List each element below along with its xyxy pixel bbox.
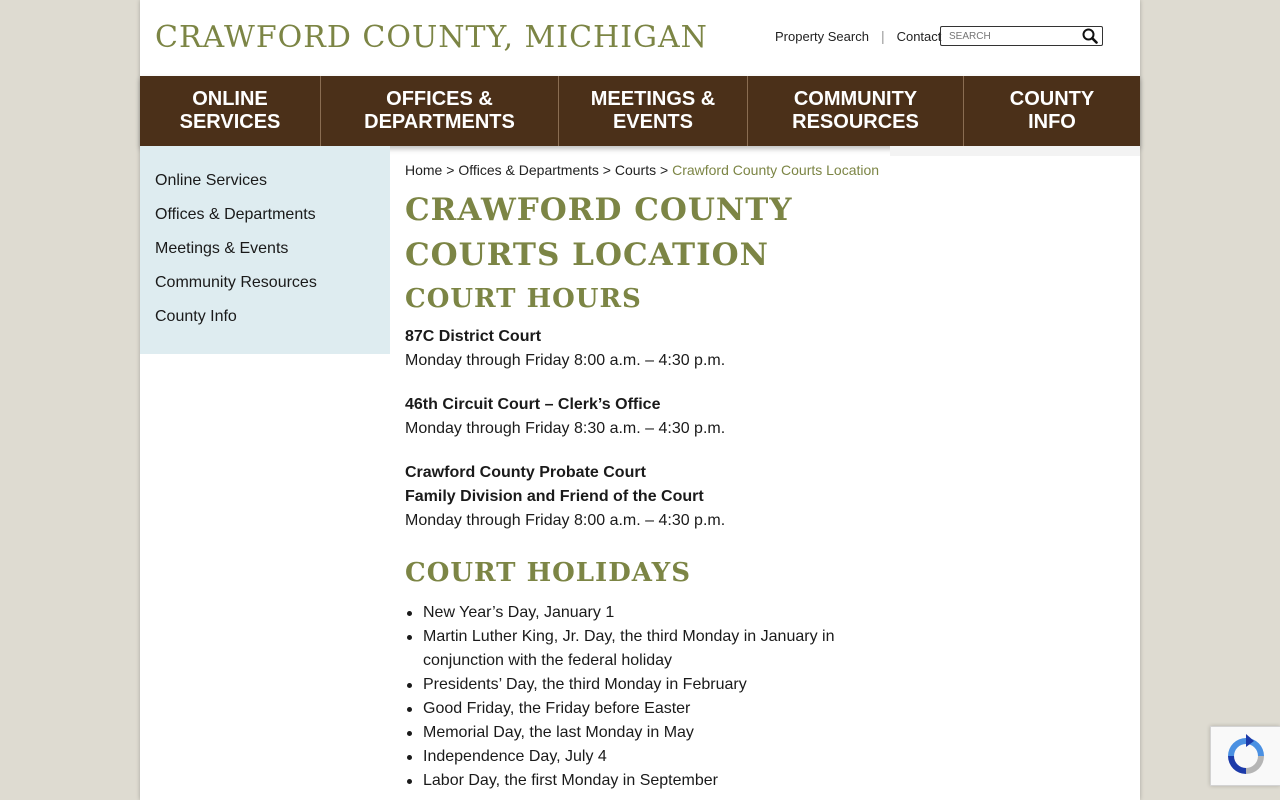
court-name: Crawford County Probate Court — [405, 464, 646, 481]
breadcrumb-courts[interactable]: Courts — [615, 162, 656, 178]
list-item: Independence Day, July 4 — [405, 745, 875, 769]
sidebar-item-meetings-events[interactable]: Meetings & Events — [140, 237, 390, 271]
page-title: CRAWFORD COUNTY COURTS LOCATION — [405, 188, 875, 278]
site-title[interactable]: CRAWFORD COUNTY, MICHIGAN — [155, 20, 708, 55]
sidebar-item-county-info[interactable]: County Info — [140, 305, 390, 339]
search-icon[interactable] — [1079, 27, 1101, 45]
court-hours-item: 46th Circuit Court – Clerk’s Office Mond… — [405, 393, 875, 441]
breadcrumb-offices[interactable]: Offices & Departments — [458, 162, 599, 178]
list-item: Labor Day, the first Monday in September — [405, 769, 875, 793]
court-name: 46th Circuit Court – Clerk’s Office — [405, 396, 661, 413]
breadcrumb-current: Crawford County Courts Location — [672, 162, 880, 178]
search-box — [940, 26, 1103, 46]
list-item: New Year’s Day, January 1 — [405, 601, 875, 625]
list-item: Memorial Day, the last Monday in May — [405, 721, 875, 745]
nav-online-services[interactable]: ONLINE SERVICES — [140, 76, 321, 146]
court-name: 87C District Court — [405, 328, 542, 345]
recaptcha-icon — [1227, 734, 1264, 774]
breadcrumb-separator: > — [656, 162, 673, 178]
court-hours: Monday through Friday 8:00 a.m. – 4:30 p… — [405, 352, 726, 369]
court-hours-item: Crawford County Probate Court Family Div… — [405, 461, 875, 533]
list-item: Martin Luther King, Jr. Day, the third M… — [405, 625, 875, 673]
court-hours-heading: COURT HOURS — [405, 284, 642, 314]
sidebar-item-community-resources[interactable]: Community Resources — [140, 271, 390, 305]
sidebar-item-online-services[interactable]: Online Services — [140, 169, 390, 203]
list-item: Presidents’ Day, the third Monday in Feb… — [405, 673, 875, 697]
court-hours: Monday through Friday 8:30 a.m. – 4:30 p… — [405, 420, 726, 437]
utility-separator: | — [880, 28, 885, 44]
sidebar: Online Services Offices & Departments Me… — [140, 146, 390, 354]
list-item: Good Friday, the Friday before Easter — [405, 697, 875, 721]
holidays-list: New Year’s Day, January 1 Martin Luther … — [405, 601, 875, 793]
nav-meetings-events[interactable]: MEETINGS & EVENTS — [559, 76, 748, 146]
court-name-secondary: Family Division and Friend of the Court — [405, 488, 704, 505]
page-title-line: CRAWFORD COUNTY — [405, 192, 793, 228]
nav-offices-departments[interactable]: OFFICES & DEPARTMENTS — [321, 76, 559, 146]
sidebar-item-offices-departments[interactable]: Offices & Departments — [140, 203, 390, 237]
recaptcha-badge[interactable] — [1210, 726, 1280, 786]
utility-links: Property Search | Contact — [775, 28, 941, 44]
breadcrumb-separator: > — [598, 162, 615, 178]
right-column — [890, 146, 1140, 156]
nav-county-info[interactable]: COUNTY INFO — [964, 76, 1140, 146]
nav-community-resources[interactable]: COMMUNITY RESOURCES — [748, 76, 964, 146]
court-holidays-heading: COURT HOLIDAYS — [405, 558, 691, 588]
contact-link[interactable]: Contact — [897, 29, 942, 44]
page-container: CRAWFORD COUNTY, MICHIGAN Property Searc… — [140, 0, 1140, 800]
main-content: Home > Offices & Departments > Courts > … — [405, 158, 879, 793]
property-search-link[interactable]: Property Search — [775, 29, 869, 44]
main-nav: ONLINE SERVICES OFFICES & DEPARTMENTS ME… — [140, 76, 1140, 146]
breadcrumb: Home > Offices & Departments > Courts > … — [405, 158, 879, 182]
search-input[interactable] — [941, 27, 1079, 45]
page-title-line: COURTS LOCATION — [405, 237, 769, 273]
breadcrumb-separator: > — [442, 162, 459, 178]
court-hours-item: 87C District Court Monday through Friday… — [405, 325, 875, 373]
breadcrumb-home[interactable]: Home — [405, 162, 442, 178]
court-hours: Monday through Friday 8:00 a.m. – 4:30 p… — [405, 512, 726, 529]
